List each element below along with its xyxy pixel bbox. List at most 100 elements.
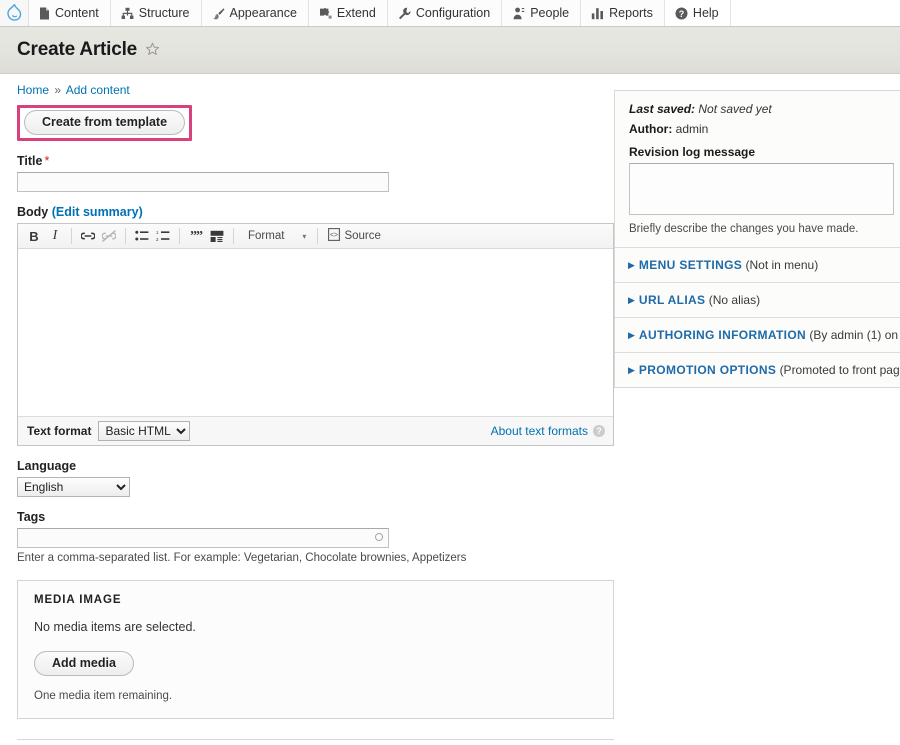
- title-field-group: Title *: [17, 154, 614, 192]
- bold-icon[interactable]: B: [24, 227, 44, 246]
- toolbar-item-label: People: [530, 6, 570, 20]
- sidebar-section-authoring-information[interactable]: ▶ AUTHORING INFORMATION (By admin (1) on …: [615, 317, 900, 352]
- media-image-legend: MEDIA IMAGE: [34, 594, 122, 606]
- add-media-button[interactable]: Add media: [34, 651, 134, 676]
- text-format-label: Text format: [27, 424, 92, 438]
- toolbar-item-appearance[interactable]: Appearance: [201, 0, 309, 26]
- toolbar-separator: [233, 228, 234, 244]
- file-icon: [39, 7, 50, 20]
- link-icon[interactable]: [78, 227, 98, 246]
- node-meta-sidebar: Last saved: Not saved yet Author: admin …: [614, 90, 900, 388]
- body-field-group: Body (Edit summary) B I 1 2 ” ” Format ▾…: [17, 205, 614, 446]
- revision-log-textarea[interactable]: [629, 163, 894, 215]
- blockquote-icon[interactable]: ” ”: [186, 227, 206, 246]
- toolbar-item-label: Appearance: [229, 6, 297, 20]
- unlink-icon[interactable]: [99, 227, 119, 246]
- source-icon: <>: [328, 228, 341, 244]
- page-title: Create Article: [17, 39, 138, 60]
- question-mark-icon[interactable]: ?: [593, 425, 605, 437]
- toolbar-separator: [317, 228, 319, 244]
- last-saved-line: Last saved: Not saved yet: [629, 102, 900, 116]
- bulleted-list-icon[interactable]: [132, 227, 152, 246]
- chevron-right-icon: ▶: [628, 365, 635, 375]
- tags-field-group: Tags Enter a comma-separated list. For e…: [17, 510, 614, 564]
- toolbar-separator: [125, 228, 126, 244]
- toolbar-item-people[interactable]: People: [502, 0, 582, 26]
- title-label: Title *: [17, 154, 614, 168]
- breadcrumb: Home » Add content: [17, 74, 614, 97]
- ckeditor-toolbar: B I 1 2 ” ” Format ▾ <> Source: [18, 224, 613, 249]
- title-input[interactable]: [17, 172, 389, 192]
- node-meta-sidebar-column: Last saved: Not saved yet Author: admin …: [614, 74, 900, 388]
- text-format-bar: Text format Basic HTML About text format…: [18, 416, 613, 445]
- toolbar-separator: [179, 228, 180, 244]
- body-editable-area[interactable]: [18, 249, 613, 416]
- sidebar-section-url-alias[interactable]: ▶ URL ALIAS (No alias): [615, 282, 900, 317]
- toolbar-item-content[interactable]: Content: [29, 0, 111, 26]
- sidebar-section-summary: (Promoted to front page): [779, 363, 900, 377]
- author-value: admin: [675, 122, 709, 136]
- star-outline-icon[interactable]: [145, 42, 160, 60]
- text-format-select[interactable]: Basic HTML: [98, 421, 191, 441]
- question-mark-icon: ?: [675, 7, 688, 20]
- toolbar-item-help[interactable]: ? Help: [664, 0, 731, 26]
- sidebar-section-promotion-options[interactable]: ▶ PROMOTION OPTIONS (Promoted to front pa…: [615, 352, 900, 387]
- tags-label: Tags: [17, 510, 46, 524]
- breadcrumb-link-home[interactable]: Home: [17, 83, 49, 97]
- format-dropdown-label: Format: [248, 230, 285, 242]
- create-from-template-button[interactable]: Create from template: [24, 110, 186, 135]
- drupal-logo-icon: [6, 4, 21, 21]
- svg-text:1: 1: [156, 230, 159, 235]
- ckeditor: B I 1 2 ” ” Format ▾ <> Source Text form…: [17, 223, 614, 446]
- breadcrumb-link-add-content[interactable]: Add content: [66, 83, 130, 97]
- breadcrumb-separator: »: [54, 83, 62, 97]
- about-text-formats-link[interactable]: About text formats: [491, 424, 588, 438]
- italic-icon[interactable]: I: [45, 227, 65, 246]
- svg-text:”: ”: [196, 230, 203, 242]
- title-label-text: Title: [17, 154, 43, 168]
- bar-chart-icon: [591, 7, 604, 20]
- author-line: Author: admin: [629, 122, 900, 136]
- numbered-list-icon[interactable]: 1 2: [153, 227, 173, 246]
- toolbar-item-label: Structure: [138, 6, 190, 20]
- paintbrush-icon: [212, 7, 225, 20]
- person-icon: [512, 7, 525, 20]
- toolbar-item-reports[interactable]: Reports: [581, 0, 665, 26]
- sidebar-section-title: PROMOTION OPTIONS: [638, 363, 777, 377]
- body-label: Body (Edit summary): [17, 205, 614, 219]
- language-select[interactable]: English: [17, 477, 130, 497]
- wrench-icon: [398, 7, 411, 20]
- svg-text:<>: <>: [330, 232, 338, 239]
- toolbar-item-structure[interactable]: Structure: [110, 0, 202, 26]
- puzzle-piece-icon: [319, 7, 332, 20]
- toolbar-separator: [71, 228, 72, 244]
- source-label: Source: [344, 230, 381, 242]
- sidebar-section-summary: (Not in menu): [745, 258, 819, 272]
- chevron-right-icon: ▶: [628, 330, 635, 340]
- edit-summary-link[interactable]: (Edit summary): [52, 205, 143, 219]
- language-label: Language: [17, 459, 77, 473]
- format-dropdown[interactable]: Format ▾: [240, 227, 311, 246]
- toolbar-item-label: Configuration: [415, 6, 491, 20]
- toolbar-item-label: Content: [55, 6, 99, 20]
- toolbar-item-configuration[interactable]: Configuration: [387, 0, 503, 26]
- chevron-right-icon: ▶: [628, 260, 635, 270]
- sidebar-section-menu-settings[interactable]: ▶ MENU SETTINGS (Not in menu): [615, 247, 900, 282]
- toolbar-item-label: Help: [692, 6, 719, 20]
- toolbar-item-extend[interactable]: Extend: [308, 0, 388, 26]
- admin-toolbar: Content Structure Appearance Extend Conf…: [0, 0, 900, 27]
- author-label: Author:: [629, 122, 673, 136]
- meta-summary-pane: Last saved: Not saved yet Author: admin …: [615, 91, 900, 247]
- body-label-text: Body: [17, 205, 49, 219]
- toolbar-filler: [730, 0, 900, 26]
- svg-text:2: 2: [156, 237, 159, 242]
- form-divider: [17, 739, 614, 740]
- drupal-logo[interactable]: [0, 0, 29, 26]
- media-image-fieldset: MEDIA IMAGE No media items are selected.…: [17, 580, 614, 719]
- media-empty-text: No media items are selected.: [34, 620, 196, 634]
- tags-input[interactable]: [17, 528, 389, 548]
- revision-log-label: Revision log message: [629, 145, 756, 159]
- sidebar-section-summary: (No alias): [708, 293, 761, 307]
- drupal-media-icon[interactable]: [207, 227, 227, 246]
- source-button[interactable]: <> Source: [324, 228, 384, 244]
